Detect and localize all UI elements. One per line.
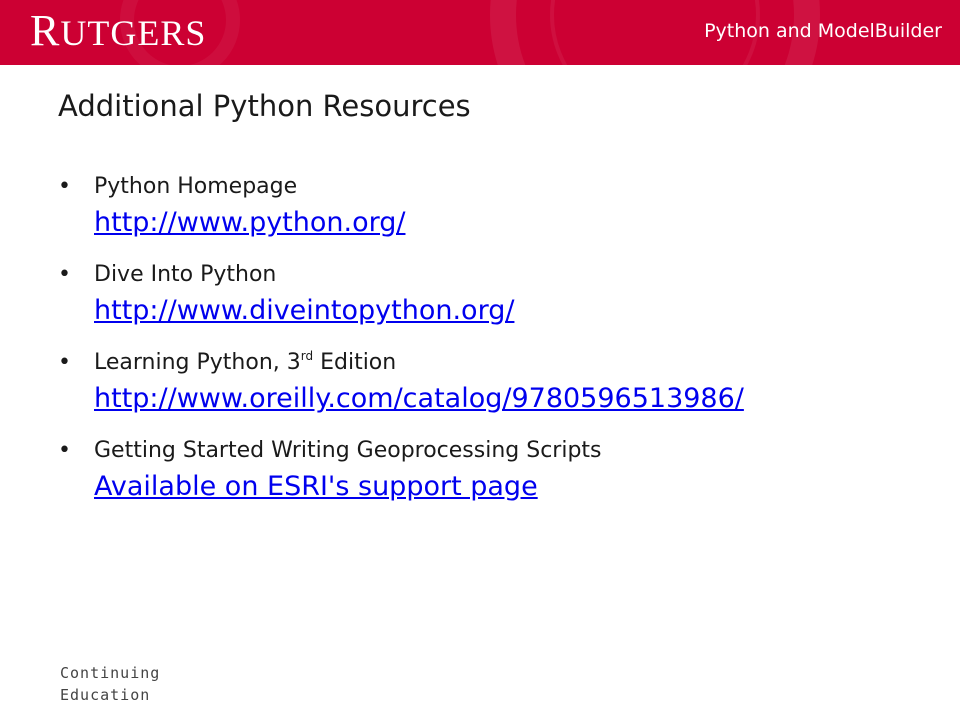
resource-link[interactable]: http://www.oreilly.com/catalog/978059651…: [94, 379, 918, 419]
bullet-icon: •: [58, 350, 71, 375]
bullet-icon: •: [58, 174, 71, 199]
list-item-dive-into-python: • Dive Into Python http://www.diveintopy…: [58, 256, 918, 331]
bullet-icon: •: [58, 262, 71, 287]
rutgers-logo: RUTGERS: [30, 6, 207, 55]
resource-list: • Python Homepage http://www.python.org/…: [58, 168, 918, 520]
header-title: Python and ModelBuilder: [704, 20, 942, 42]
resource-link[interactable]: http://www.diveintopython.org/: [94, 291, 918, 331]
footer-continuing-education: Continuing Education: [60, 664, 161, 704]
list-item-learning-python: • Learning Python, 3rd Edition http://ww…: [58, 344, 918, 419]
resource-link[interactable]: Available on ESRI's support page: [94, 467, 918, 507]
header-bar: RUTGERS Python and ModelBuilder: [0, 0, 960, 65]
list-item-geoprocessing-scripts: • Getting Started Writing Geoprocessing …: [58, 432, 918, 507]
resource-title: Python Homepage: [94, 174, 298, 199]
resource-link[interactable]: http://www.python.org/: [94, 203, 918, 243]
resource-title: Getting Started Writing Geoprocessing Sc…: [94, 438, 602, 463]
resource-title: Learning Python, 3rd Edition: [94, 349, 397, 375]
list-item-python-homepage: • Python Homepage http://www.python.org/: [58, 168, 918, 243]
bullet-icon: •: [58, 438, 71, 463]
resource-title: Dive Into Python: [94, 262, 277, 287]
slide-title: Additional Python Resources: [58, 89, 471, 123]
